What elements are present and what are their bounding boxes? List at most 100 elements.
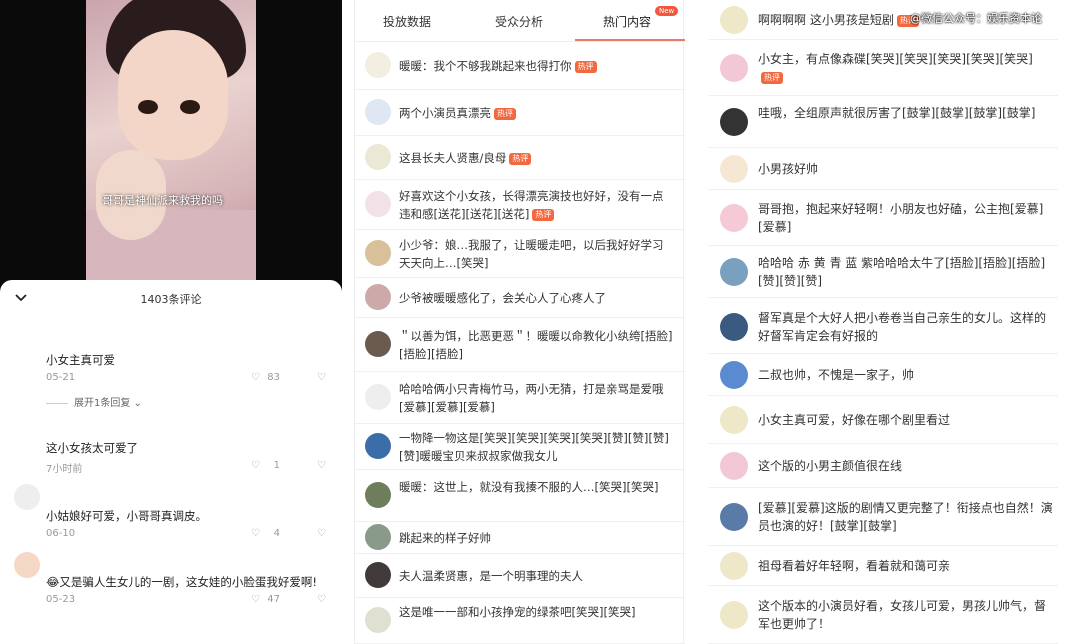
comment-row[interactable]: 小女主，有点像森碟[笑哭][笑哭][笑哭][笑哭][笑哭]热评 (708, 40, 1058, 96)
comment-row[interactable]: 一物降一物这是[笑哭][笑哭][笑哭][笑哭][赞][赞][赞][赞]暖暖宝贝来… (355, 424, 685, 470)
comment-row[interactable]: 跳起来的样子好帅 (355, 522, 685, 554)
hot-comment-badge: 热评 (494, 108, 516, 120)
avatar[interactable] (720, 406, 748, 434)
avatar[interactable] (720, 155, 748, 183)
comment-row[interactable]: 小男孩好帅 (708, 148, 1058, 190)
comment-item[interactable]: 小姑娘好可爱，小哥哥真调皮。 06-10 ♡ 4 ♡ (46, 508, 326, 542)
expand-replies-link[interactable]: 展开1条回复 ⌄ (46, 394, 142, 409)
comment-row[interactable]: 督军真是个大好人把小卷卷当自己亲生的女儿。这样的好督军肯定会有好报的 (708, 300, 1058, 354)
avatar[interactable] (720, 204, 748, 232)
comment-list-panel: 啊啊啊啊 这小男孩是短剧 热评 小女主，有点像森碟[笑哭][笑哭][笑哭][笑哭][… (708, 0, 1080, 644)
avatar[interactable] (720, 258, 748, 286)
heart-icon[interactable]: ♡ (251, 528, 260, 539)
tab-audience-analysis[interactable]: 受众分析 (495, 13, 543, 30)
avatar[interactable] (720, 601, 748, 629)
comment-row[interactable]: 这个版的小男主颜值很在线 (708, 444, 1058, 488)
avatar[interactable] (365, 562, 391, 588)
comment-row[interactable]: ＂以善为饵，比恶更恶＂！暖暖以命教化小纨绔[捂脸][捂脸][捂脸] (355, 318, 685, 372)
comment-row[interactable]: 祖母看着好年轻啊，看着就和蔼可亲 (708, 546, 1058, 586)
avatar[interactable] (365, 52, 391, 78)
avatar[interactable] (14, 484, 40, 510)
dislike-icon[interactable]: ♡ (317, 594, 326, 605)
comment-text: 好喜欢这个小女孩，长得漂亮演技也好好，没有一点违和感[送花][送花][送花] 热评 (399, 189, 664, 221)
comment-text: 哥哥抱，抱起来好轻啊！小朋友也好磕，公主抱[爱慕][爱慕] (758, 202, 1044, 234)
comment-row[interactable]: 暖暖：这世上，就没有我揍不服的人…[笑哭][笑哭] (355, 470, 685, 522)
avatar[interactable] (365, 433, 391, 459)
comment-text: 跳起来的样子好帅 (399, 531, 491, 545)
comment-row[interactable]: 小少爷：娘…我服了，让暖暖走吧，以后我好好学习天天向上…[笑哭] (355, 230, 685, 278)
avatar[interactable] (365, 331, 391, 357)
comment-row[interactable]: 这是唯一一部和小孩挣宠的绿茶吧[笑哭][笑哭] (355, 598, 685, 644)
new-badge: New (655, 6, 679, 16)
avatar[interactable] (365, 482, 391, 508)
comment-time: 05-21 (46, 372, 76, 383)
comment-text: 小女主真可爱，好像在哪个剧里看过 (758, 413, 951, 427)
tab-delivery-data[interactable]: 投放数据 (383, 13, 431, 30)
hot-comment-badge: 热评 (532, 209, 555, 221)
avatar[interactable] (720, 452, 748, 480)
comment-text: 二叔也帅，不愧是一家子，帅 (758, 368, 915, 382)
comment-text: 督军真是个大好人把小卷卷当自己亲生的女儿。这样的好督军肯定会有好报的 (758, 311, 1047, 343)
comment-row[interactable]: 这个版本的小演员好看，女孩儿可爱，男孩儿帅气，督军也更帅了！ (708, 586, 1058, 644)
comment-row[interactable]: 少爷被暖暖感化了，会关心人了心疼人了 (355, 278, 685, 318)
dislike-icon[interactable]: ♡ (317, 372, 326, 383)
video-player[interactable]: 哥哥是神仙派来救我的吗 (86, 0, 256, 284)
comment-text: 小女主真可爱 (46, 353, 115, 367)
avatar[interactable] (365, 524, 391, 550)
avatar[interactable] (720, 552, 748, 580)
comment-text: 这小女孩太可爱了 (46, 441, 138, 455)
video-subtitle: 哥哥是神仙派来救我的吗 (102, 194, 223, 207)
avatar[interactable] (365, 284, 391, 310)
comment-row[interactable]: 哥哥抱，抱起来好轻啊！小朋友也好磕，公主抱[爱慕][爱慕] (708, 190, 1058, 246)
comment-item[interactable]: 😂又是骗人生女儿的一剧，这女娃的小脸蛋我好爱啊! 05-23 ♡ 47 ♡ (46, 574, 326, 608)
comment-row[interactable]: 两个小演员真漂亮 热评 (355, 90, 685, 136)
avatar[interactable] (720, 361, 748, 389)
comment-row[interactable]: [爱慕][爱慕]这版的剧情又更完整了！衔接点也自然！演员也演的好！[鼓掌][鼓掌… (708, 488, 1058, 546)
comment-row[interactable]: 小女主真可爱，好像在哪个剧里看过 (708, 396, 1058, 444)
dislike-icon[interactable]: ♡ (317, 460, 326, 471)
comment-item[interactable]: 小女主真可爱 05-21 ♡ 83 ♡ (46, 352, 326, 386)
avatar[interactable] (365, 240, 391, 266)
avatar[interactable] (365, 144, 391, 170)
comment-row[interactable]: 这县长夫人贤惠/良母 热评 (355, 136, 685, 180)
comment-text: 哈哈哈俩小只青梅竹马，两小无猜，打是亲骂是爱哦[爱慕][爱慕][爱慕] (399, 382, 664, 414)
comment-text: 小少爷：娘…我服了，让暖暖走吧，以后我好好学习天天向上…[笑哭] (399, 238, 664, 270)
comment-row[interactable]: 二叔也帅，不愧是一家子，帅 (708, 354, 1058, 396)
avatar[interactable] (720, 503, 748, 531)
comment-item[interactable]: 这小女孩太可爱了 7小时前 ♡ 1 ♡ (46, 440, 326, 475)
comment-count: 1403条评论 (140, 293, 202, 306)
comment-row[interactable]: 好喜欢这个小女孩，长得漂亮演技也好好，没有一点违和感[送花][送花][送花] 热评 (355, 180, 685, 230)
avatar[interactable] (720, 54, 748, 82)
comment-text: 小姑娘好可爱，小哥哥真调皮。 (46, 509, 207, 523)
heart-icon[interactable]: ♡ (251, 372, 260, 383)
comment-meta: 06-10 ♡ 4 ♡ (46, 528, 326, 542)
comment-row[interactable]: 哈哈哈 赤 黄 青 蓝 紫哈哈哈太牛了[捂脸][捂脸][捂脸][赞][赞][赞] (708, 246, 1058, 298)
avatar[interactable] (365, 99, 391, 125)
avatar[interactable] (365, 384, 391, 410)
tab-hot-content[interactable]: 热门内容 (603, 13, 651, 30)
hot-content-panel: 投放数据 受众分析 热门内容 New 暖暖：我个不够我跳起来也得打你 热评两个小演… (354, 0, 685, 644)
like-count: 4 (273, 528, 280, 539)
heart-icon[interactable]: ♡ (251, 594, 260, 605)
expand-replies-label: 展开1条回复 (74, 398, 131, 409)
heart-icon[interactable]: ♡ (251, 460, 260, 471)
comment-row[interactable]: 夫人温柔贤惠，是一个明事理的夫人 (355, 554, 685, 598)
comment-text: 这县长夫人贤惠/良母 热评 (399, 149, 673, 167)
comment-row[interactable]: 哇哦，全组原声就很厉害了[鼓掌][鼓掌][鼓掌][鼓掌] (708, 96, 1058, 148)
video-figure-eye (180, 100, 200, 114)
avatar[interactable] (720, 6, 748, 34)
avatar[interactable] (365, 607, 391, 633)
comment-row[interactable]: 哈哈哈俩小只青梅竹马，两小无猜，打是亲骂是爱哦[爱慕][爱慕][爱慕] (355, 372, 685, 424)
avatar[interactable] (720, 108, 748, 136)
comment-time: 05-23 (46, 594, 76, 605)
comment-text: [爱慕][爱慕]这版的剧情又更完整了！衔接点也自然！演员也演的好！[鼓掌][鼓掌… (758, 501, 1053, 533)
comment-text: 两个小演员真漂亮 热评 (399, 104, 673, 122)
avatar[interactable] (365, 191, 391, 217)
comment-text: 这是唯一一部和小孩挣宠的绿茶吧[笑哭][笑哭] (399, 605, 636, 619)
comment-time: 06-10 (46, 528, 76, 539)
dislike-icon[interactable]: ♡ (317, 528, 326, 539)
video-figure-face (118, 30, 228, 160)
avatar[interactable] (720, 313, 748, 341)
comment-row[interactable]: 暖暖：我个不够我跳起来也得打你 热评 (355, 42, 685, 90)
avatar[interactable] (14, 552, 40, 578)
